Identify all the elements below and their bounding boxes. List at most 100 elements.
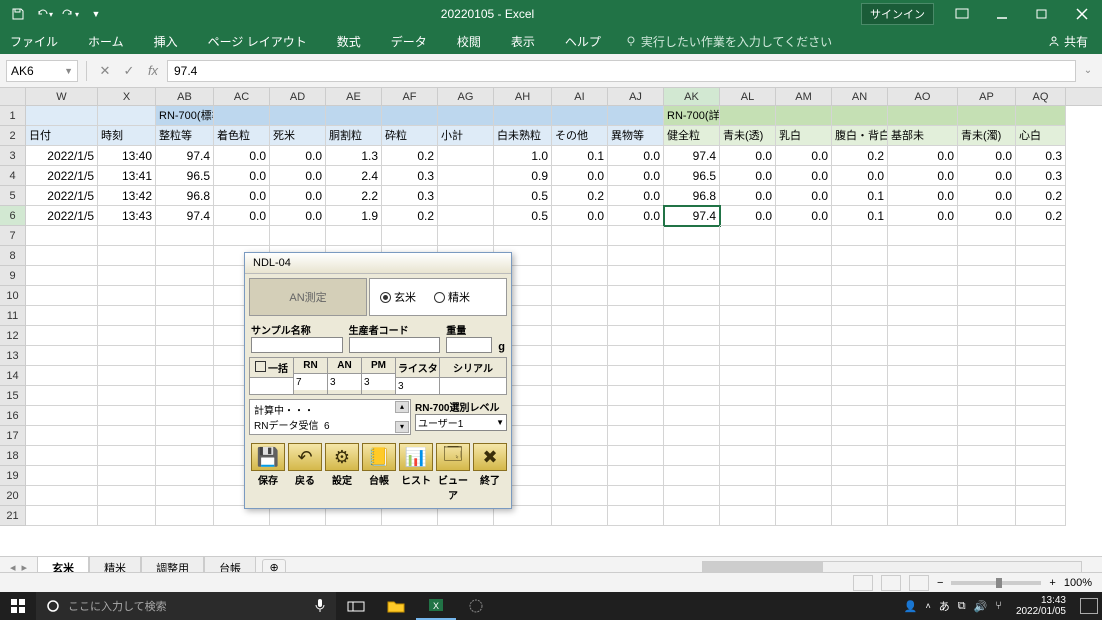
data-cell[interactable]: 2022/1/5 (26, 186, 98, 206)
column-header[interactable]: AN (832, 88, 888, 105)
column-header[interactable]: AB (156, 88, 214, 105)
data-cell[interactable] (720, 246, 776, 266)
column-header[interactable]: AH (494, 88, 552, 105)
expand-formula-icon[interactable]: ⌄ (1080, 65, 1096, 76)
row-header[interactable]: 12 (0, 326, 26, 346)
data-cell[interactable] (720, 266, 776, 286)
row-header[interactable]: 13 (0, 346, 26, 366)
data-cell[interactable] (156, 406, 214, 426)
row-header[interactable]: 20 (0, 486, 26, 506)
tray-ime-icon[interactable]: あ (939, 598, 950, 614)
signin-button[interactable]: サインイン (861, 3, 934, 25)
data-cell[interactable]: 0.0 (720, 166, 776, 186)
data-cell[interactable] (608, 226, 664, 246)
data-cell[interactable] (664, 386, 720, 406)
data-cell[interactable] (888, 486, 958, 506)
data-cell[interactable] (214, 506, 270, 526)
data-cell[interactable] (552, 226, 608, 246)
data-cell[interactable] (156, 346, 214, 366)
data-cell[interactable] (494, 226, 552, 246)
data-cell[interactable] (958, 366, 1016, 386)
data-cell[interactable]: 0.1 (832, 206, 888, 226)
data-cell[interactable] (832, 286, 888, 306)
data-cell[interactable]: 0.0 (958, 166, 1016, 186)
data-cell[interactable]: 0.0 (552, 206, 608, 226)
data-cell[interactable] (608, 286, 664, 306)
minimize-icon[interactable] (982, 0, 1022, 28)
enter-formula-icon[interactable]: ✓ (119, 61, 139, 81)
data-cell[interactable] (326, 226, 382, 246)
view-page-layout-icon[interactable] (881, 575, 901, 591)
data-cell[interactable]: 0.3 (382, 186, 438, 206)
data-cell[interactable] (664, 446, 720, 466)
data-cell[interactable] (26, 346, 98, 366)
data-cell[interactable]: 0.2 (832, 146, 888, 166)
weight-input[interactable] (446, 337, 492, 353)
zoom-level[interactable]: 100% (1064, 577, 1092, 589)
data-cell[interactable] (382, 506, 438, 526)
data-cell[interactable] (552, 366, 608, 386)
zoom-slider[interactable] (951, 581, 1041, 585)
data-cell[interactable] (776, 386, 832, 406)
data-cell[interactable] (156, 426, 214, 446)
tray-volume-icon[interactable]: 🔊 (974, 600, 988, 613)
data-cell[interactable] (720, 406, 776, 426)
column-header[interactable]: AE (326, 88, 382, 105)
data-cell[interactable] (888, 326, 958, 346)
data-cell[interactable]: 0.2 (1016, 186, 1066, 206)
data-cell[interactable] (608, 406, 664, 426)
data-cell[interactable] (26, 506, 98, 526)
data-cell[interactable] (888, 346, 958, 366)
data-cell[interactable] (214, 226, 270, 246)
data-cell[interactable]: 13:40 (98, 146, 156, 166)
data-cell[interactable] (552, 486, 608, 506)
data-cell[interactable] (832, 246, 888, 266)
data-cell[interactable] (98, 506, 156, 526)
data-cell[interactable]: 0.2 (1016, 206, 1066, 226)
row-header[interactable]: 11 (0, 306, 26, 326)
data-cell[interactable] (156, 366, 214, 386)
data-cell[interactable] (1016, 266, 1066, 286)
data-cell[interactable]: 0.2 (382, 206, 438, 226)
data-cell[interactable] (776, 486, 832, 506)
data-cell[interactable] (832, 266, 888, 286)
data-cell[interactable]: 0.0 (214, 146, 270, 166)
column-header[interactable]: AP (958, 88, 1016, 105)
row-header[interactable]: 6 (0, 206, 26, 226)
data-cell[interactable]: 2022/1/5 (26, 166, 98, 186)
data-cell[interactable] (664, 366, 720, 386)
data-cell[interactable]: 0.2 (382, 146, 438, 166)
column-header[interactable]: AI (552, 88, 608, 105)
an-input[interactable]: 3 (328, 374, 361, 390)
data-cell[interactable] (888, 386, 958, 406)
data-cell[interactable] (156, 486, 214, 506)
column-header[interactable]: AM (776, 88, 832, 105)
data-cell[interactable] (552, 426, 608, 446)
data-cell[interactable] (888, 286, 958, 306)
data-cell[interactable] (958, 426, 1016, 446)
column-header[interactable]: AQ (1016, 88, 1066, 105)
share-button[interactable]: 共有 (1048, 33, 1098, 50)
data-cell[interactable]: 13:41 (98, 166, 156, 186)
data-cell[interactable] (26, 446, 98, 466)
data-cell[interactable] (832, 306, 888, 326)
start-button[interactable] (0, 592, 36, 620)
data-cell[interactable] (664, 426, 720, 446)
data-cell[interactable] (958, 486, 1016, 506)
task-view-icon[interactable] (336, 592, 376, 620)
scroll-up-icon[interactable]: ▴ (395, 401, 409, 413)
measure-tab[interactable]: AN測定 (249, 278, 367, 316)
data-cell[interactable]: 0.0 (214, 166, 270, 186)
column-header[interactable]: W (26, 88, 98, 105)
data-cell[interactable]: 96.8 (664, 186, 720, 206)
data-cell[interactable]: 0.0 (270, 146, 326, 166)
data-cell[interactable] (958, 266, 1016, 286)
data-cell[interactable] (26, 366, 98, 386)
data-cell[interactable]: 0.0 (888, 146, 958, 166)
dialog-button-台帳[interactable]: 📒台帳 (362, 443, 396, 502)
data-cell[interactable] (720, 306, 776, 326)
data-cell[interactable] (664, 306, 720, 326)
data-cell[interactable]: 0.0 (608, 186, 664, 206)
data-cell[interactable] (720, 446, 776, 466)
data-cell[interactable] (958, 226, 1016, 246)
